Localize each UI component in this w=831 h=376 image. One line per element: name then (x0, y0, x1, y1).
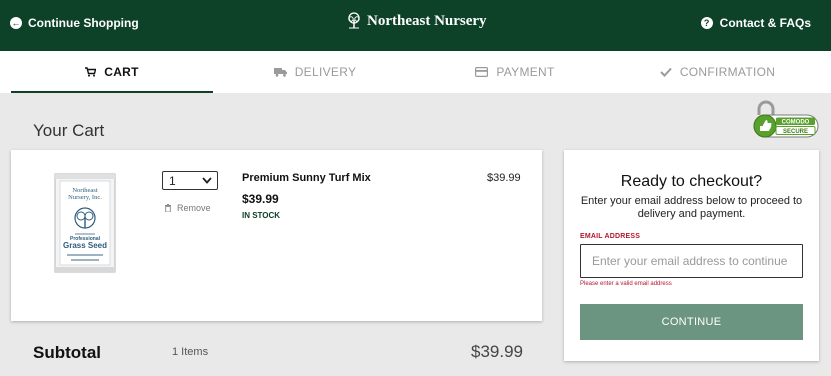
continue-shopping-label: Continue Shopping (28, 16, 139, 30)
subtotal-item-count: 1 Items (172, 346, 209, 358)
active-step-underline (11, 91, 213, 93)
step-cart[interactable]: CART (11, 51, 213, 93)
remove-item-button[interactable]: Remove (165, 203, 211, 213)
contact-faqs-label: Contact & FAQs (719, 16, 811, 30)
brand-logo[interactable]: Northeast Nursery (345, 12, 487, 30)
email-field[interactable] (580, 244, 803, 278)
comodo-secure-badge[interactable]: COMODO SECURE (751, 100, 819, 140)
email-label: EMAIL ADDRESS (580, 233, 641, 240)
question-icon: ? (700, 17, 713, 29)
credit-card-icon (475, 67, 489, 77)
checkout-description: Enter your email address below to procee… (580, 195, 803, 220)
subtotal-label: Subtotal (33, 343, 101, 362)
brand-name: Northeast Nursery (367, 12, 487, 29)
step-delivery-label: DELIVERY (294, 65, 357, 79)
quantity-value: 1 (169, 173, 176, 188)
subtotal-value: $39.99 (471, 342, 523, 361)
step-delivery[interactable]: DELIVERY (215, 51, 415, 93)
truck-icon (273, 68, 287, 77)
email-error-message: Please enter a valid email address (580, 281, 672, 287)
line-total: $39.99 (487, 172, 521, 184)
cart-title: Your Cart (33, 121, 105, 140)
badge-line2: SECURE (783, 129, 808, 135)
top-header: ← Continue Shopping Northeast Nursery ? … (0, 0, 831, 51)
arrow-left-icon: ← (10, 17, 22, 29)
checkout-card: Ready to checkout? Enter your email addr… (564, 150, 819, 361)
contact-faqs-link[interactable]: ? Contact & FAQs (700, 16, 811, 30)
checkout-steps: CART DELIVERY PAYMENT CONFIRMATION (0, 51, 831, 93)
bag-brand-line1: Northeast (72, 187, 97, 194)
bag-product-label: Grass Seed (63, 241, 107, 250)
quantity-select[interactable]: 1 (162, 171, 218, 190)
continue-button[interactable]: CONTINUE (580, 304, 803, 340)
tree-logo-icon (348, 12, 360, 29)
product-image[interactable]: Northeast Nursery, Inc. Professional Gra… (53, 172, 117, 274)
continue-shopping-link[interactable]: ← Continue Shopping (10, 16, 139, 30)
step-payment-label: PAYMENT (496, 65, 555, 79)
chevron-down-icon (202, 177, 212, 184)
product-name[interactable]: Premium Sunny Turf Mix (242, 172, 371, 184)
bag-brand-line2: Nursery, Inc. (68, 194, 102, 201)
step-confirmation-label: CONFIRMATION (679, 65, 776, 79)
check-icon (660, 67, 672, 77)
step-cart-label: CART (104, 65, 139, 79)
checkout-title: Ready to checkout? (620, 173, 763, 190)
product-price: $39.99 (242, 192, 279, 206)
trash-icon (165, 204, 171, 212)
step-payment[interactable]: PAYMENT (415, 51, 615, 93)
remove-label: Remove (177, 203, 211, 213)
step-confirmation[interactable]: CONFIRMATION (615, 51, 820, 93)
cart-item-card: Northeast Nursery, Inc. Professional Gra… (11, 150, 542, 321)
stock-status: IN STOCK (242, 211, 281, 220)
cart-icon (85, 67, 97, 77)
badge-line1: COMODO (782, 120, 810, 126)
